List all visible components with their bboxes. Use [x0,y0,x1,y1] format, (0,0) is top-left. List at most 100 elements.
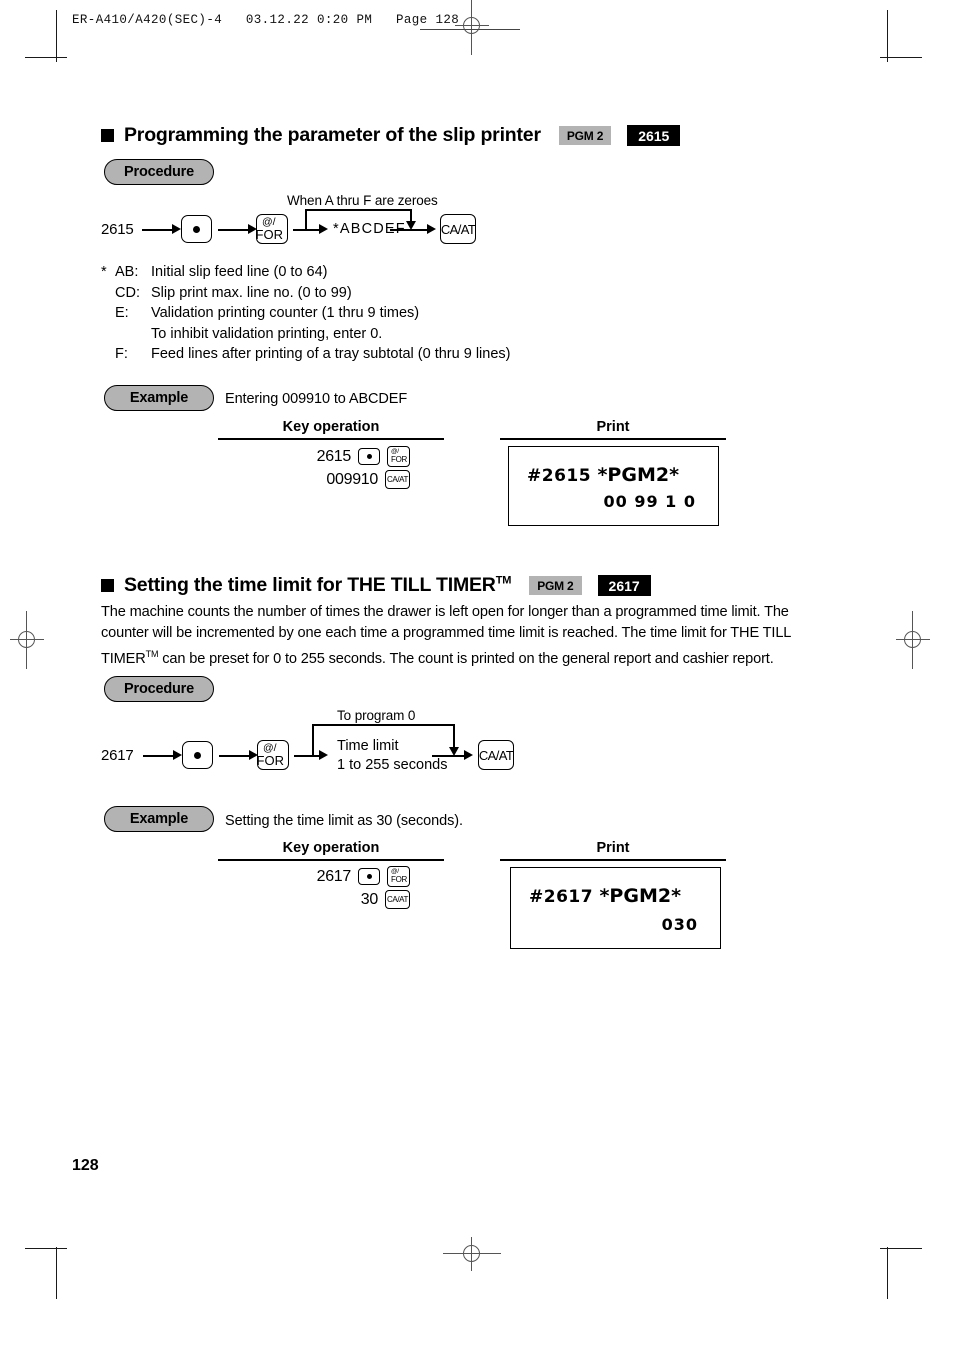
receipt-mode: *PGM2* [599,885,682,907]
flow-bypass-arrowhead-1 [406,221,416,230]
print-column-rule-1 [500,438,726,440]
key-ca-at-icon: CA/AT [385,470,410,489]
registration-mark-bottom [443,1237,501,1271]
crop-mark-top-right-horizontal [880,57,922,59]
key-decimal-point-1 [181,215,212,243]
registration-mark-left [10,611,44,669]
flow-entry-timelimit: Time limit 1 to 255 seconds [337,737,447,775]
crop-mark-bottom-left-vertical [56,1247,58,1299]
badge-program-code: 2617 [597,575,651,596]
key-ca-at-icon-label: CA/AT [387,895,408,904]
legend-tag: F: [115,346,128,362]
legend-tag: E: [115,305,129,321]
legend-row: E: Validation printing counter (1 thru 9… [101,303,510,324]
receipt-line-1: #2615 *PGM2* [527,464,679,486]
receipt-print-1: #2615 *PGM2* 00 99 1 0 [508,446,719,526]
print-column-header-2: Print [596,840,630,856]
keyop-column-rule-1 [218,438,444,440]
example-pill-1: Example [104,385,214,411]
example-pill-2: Example [104,806,214,832]
section-title-text: Setting the time limit for THE TILL TIME… [124,574,496,596]
key-ca-at-2: CA/AT [478,740,514,770]
badge-program-code: 2615 [627,125,681,146]
key-ca-at-label: CA/AT [440,221,476,237]
square-bullet-icon [101,579,114,592]
legend-star [101,283,115,304]
section-heading-till-timer: Setting the time limit for THE TILL TIME… [101,574,651,597]
flow-bypass-left-riser-2 [312,724,314,756]
crop-mark-bottom-right-vertical [887,1247,889,1299]
keyop-row-1a: 2615 @/ FOR [244,446,410,467]
flow-arrowhead-1d [427,224,436,234]
crop-mark-bottom-left-horizontal [25,1248,67,1250]
key-ca-at-label: CA/AT [478,747,514,763]
flow-entry-line2: 1 to 255 seconds [337,757,448,773]
flow-bypass-note-2: To program 0 [337,708,416,723]
key-at-for-icon-line2: FOR [391,874,407,884]
key-at-for-line2: FOR [256,752,284,768]
receipt-line-2: 00 99 1 0 [603,492,696,511]
legend-desc: Feed lines after printing of a tray subt… [151,346,511,362]
key-decimal-point-icon [358,868,380,885]
receipt-mode: *PGM2* [597,464,680,486]
document-page: ER-A410/A420(SEC)-4 03.12.22 0:20 PM Pag… [0,0,954,1351]
receipt-code: #2615 [527,466,592,486]
legend-row: F: Feed lines after printing of a tray s… [101,344,510,365]
flow-arrow-1b [218,229,251,231]
receipt-line-2: 030 [661,915,698,934]
flow-bypass-right-drop-2 [453,724,455,749]
parameter-legend-list: * AB: Initial slip feed line (0 to 64) C… [101,262,510,365]
keyop-column-header-2: Key operation [282,840,380,856]
keyop-value: 2617 [316,867,352,885]
flow-arrow-2b [219,755,252,757]
crop-mark-top-left-horizontal [25,57,67,59]
legend-tag: CD: [115,284,140,301]
keyop-column-rule-2 [218,859,444,861]
key-decimal-point-2 [182,741,213,769]
flow-bypass-note-1: When A thru F are zeroes [287,193,438,208]
legend-desc: Validation printing counter (1 thru 9 ti… [151,305,420,321]
flow-arrow-2a [143,755,176,757]
legend-row: CD: Slip print max. line no. (0 to 99) [101,283,510,304]
keyop-value: 30 [360,890,379,908]
flow-bypass-top-2 [312,724,455,726]
crop-mark-bottom-right-horizontal [880,1248,922,1250]
section-heading-slip-printer: Programming the parameter of the slip pr… [101,124,681,147]
key-at-for-1: @/ FOR [256,214,288,244]
flow-bypass-arrowhead-2 [449,747,459,756]
keyop-row-2a: 2617 @/ FOR [244,866,410,887]
badge-mode-pgm2: PGM 2 [558,126,612,145]
key-ca-at-icon-label: CA/AT [387,475,408,484]
legend-desc: To inhibit validation printing, enter 0. [151,325,383,342]
receipt-code: #2617 [529,887,594,907]
key-at-for-icon: @/ FOR [387,446,410,467]
legend-star [101,324,115,345]
header-rule [420,29,520,30]
procedure-pill-1: Procedure [104,159,214,185]
key-at-for-line2: FOR [255,226,283,242]
legend-tag [115,324,151,345]
trademark-symbol: TM [495,574,512,587]
flow-bypass-top-1 [305,209,412,211]
print-column-rule-2 [500,859,726,861]
keyop-value: 2615 [316,447,352,465]
legend-desc: Initial slip feed line (0 to 64) [151,264,328,280]
key-ca-at-icon: CA/AT [385,890,410,909]
keyop-row-1b: 009910 CA/AT [244,470,410,489]
legend-star [101,344,115,365]
print-column-header-1: Print [596,419,630,435]
example-description-2: Setting the time limit as 30 (seconds). [225,813,463,829]
flow-arrow-1c [293,229,322,231]
body-text-continued: can be preset for 0 to 255 seconds. The … [158,650,774,667]
square-bullet-icon [101,129,114,142]
legend-row: To inhibit validation printing, enter 0. [101,324,510,345]
legend-star: * [101,264,107,280]
crop-mark-top-left-vertical [56,10,58,62]
flow-arrowhead-2a [173,750,182,760]
receipt-print-2: #2617 *PGM2* 030 [510,867,721,949]
flow-entry-line1: Time limit [337,738,399,754]
flow-arrowhead-1c [319,224,328,234]
legend-star [101,303,115,324]
key-ca-at-1: CA/AT [440,214,476,244]
registration-mark-top [455,0,489,55]
